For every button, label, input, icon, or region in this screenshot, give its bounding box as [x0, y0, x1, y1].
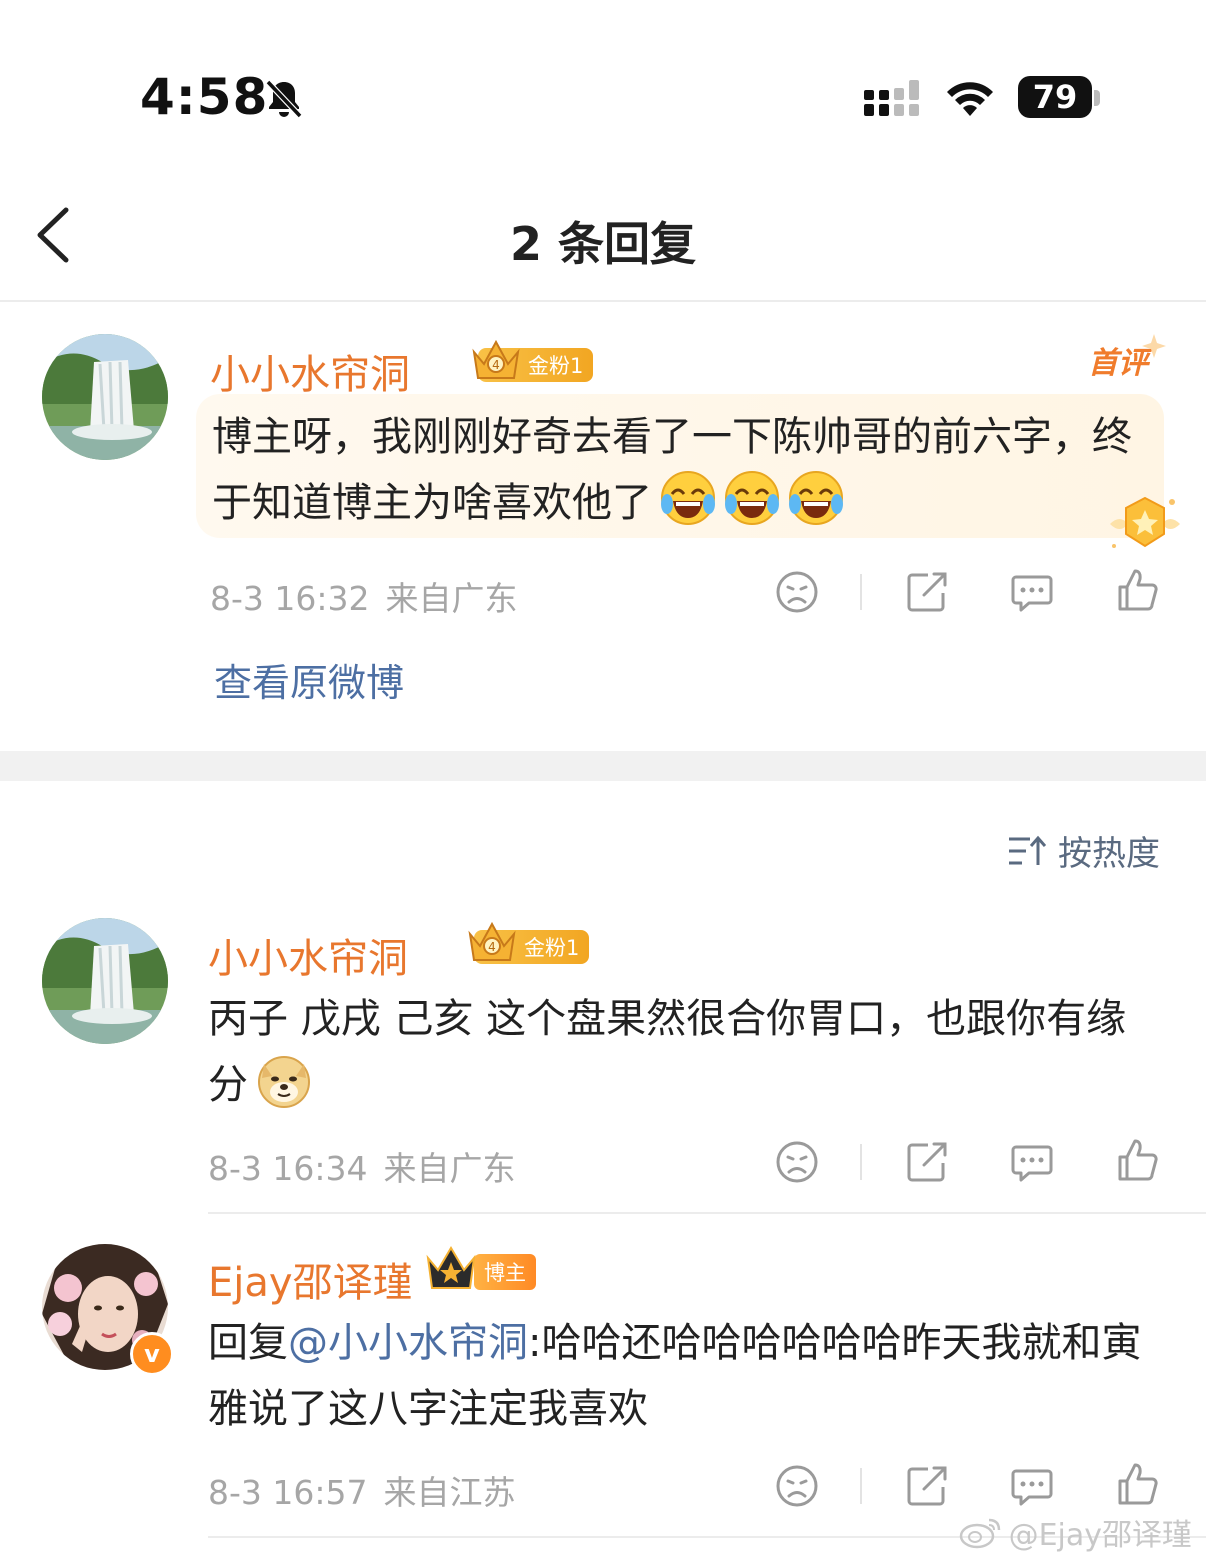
section-divider	[0, 751, 1206, 781]
share-icon[interactable]	[904, 569, 950, 615]
like-thumb-icon[interactable]	[1114, 1137, 1160, 1183]
doge-emoji-icon	[258, 1056, 310, 1108]
status-time: 4:58	[140, 68, 269, 126]
share-icon[interactable]	[904, 1139, 950, 1185]
wifi-icon	[947, 82, 993, 116]
action-separator	[860, 1144, 862, 1180]
reply-time: 8-3 16:57	[208, 1473, 368, 1512]
like-thumb-icon[interactable]	[1114, 1461, 1160, 1507]
mention-link[interactable]: @小小水帘洞	[288, 1320, 528, 1366]
watermark-text: @Ejay邵译瑾	[1008, 1518, 1192, 1553]
laugh-cry-emoji-icon	[725, 471, 779, 525]
sort-button[interactable]: 按热度	[1006, 826, 1160, 875]
watermark: @Ejay邵译瑾	[959, 1510, 1192, 1554]
laugh-cry-emoji-icon	[661, 471, 715, 525]
share-icon[interactable]	[904, 1463, 950, 1509]
reply-time: 8-3 16:34	[208, 1149, 368, 1188]
reply-text: 丙子 戊戌 己亥 这个盘果然很合你胃口，也跟你有缘分	[208, 986, 1158, 1118]
sort-icon	[1009, 835, 1046, 865]
reply-body: 丙子 戊戌 己亥 这个盘果然很合你胃口，也跟你有缘分	[208, 996, 1127, 1108]
comment-time: 8-3 16:32	[210, 579, 370, 618]
blogger-badge-label: 博主	[484, 1261, 526, 1285]
reply-location: 来自江苏	[383, 1473, 516, 1512]
view-original-link[interactable]: 查看原微博	[214, 652, 404, 707]
reply-prefix: 回复	[208, 1320, 288, 1366]
dislike-face-icon[interactable]	[774, 569, 820, 615]
comment-username[interactable]: 小小水帘洞	[210, 342, 410, 400]
weibo-logo-icon	[959, 1518, 1000, 1549]
reply-text: 回复@小小水帘洞:哈哈还哈哈哈哈哈哈昨天我就和寅雅说了这八字注定我喜欢	[208, 1310, 1178, 1442]
fan-badge-label: 金粉1	[528, 354, 584, 378]
gold-medal-icon	[1110, 496, 1180, 548]
fan-badge[interactable]: 4 金粉1	[468, 921, 590, 964]
battery-cap	[1094, 90, 1100, 106]
comment-location: 来自广东	[385, 579, 518, 618]
laugh-cry-emoji-icon	[789, 471, 843, 525]
action-separator	[860, 574, 862, 610]
reply-meta: 8-3 16:34 来自广东	[208, 1142, 516, 1190]
comment-text: 博主呀，我刚刚好奇去看了一下陈帅哥的前六字，终于知道博主为啥喜欢他了	[212, 404, 1132, 536]
cellular-signal-icon	[864, 80, 919, 116]
verified-v-icon: v	[130, 1332, 174, 1376]
fan-badge-label: 金粉1	[524, 936, 580, 960]
reply-meta: 8-3 16:57 来自江苏	[208, 1466, 516, 1514]
battery-level: 79	[1032, 78, 1078, 116]
comment-icon[interactable]	[1009, 1139, 1055, 1185]
bell-muted-icon	[265, 79, 303, 119]
blogger-badge: 博主	[474, 1254, 536, 1290]
comment-icon[interactable]	[1009, 1463, 1055, 1509]
waterfall-avatar-image	[42, 334, 168, 460]
fan-badge[interactable]: 4 金粉1	[472, 339, 594, 382]
sort-label: 按热度	[1058, 834, 1160, 874]
blogger-crown-icon	[426, 1246, 476, 1289]
reply-username[interactable]: 小小水帘洞	[208, 926, 408, 984]
svg-text:4: 4	[492, 358, 500, 372]
dislike-face-icon[interactable]	[774, 1463, 820, 1509]
comment-icon[interactable]	[1009, 569, 1055, 615]
comment-meta: 8-3 16:32 来自广东	[210, 572, 518, 620]
battery-indicator: 79	[1018, 76, 1092, 118]
crown-icon: 4	[468, 921, 516, 961]
first-comment-tag: 首评	[1088, 346, 1148, 381]
reply-divider	[208, 1212, 1206, 1214]
page-title: 2 条回复	[509, 217, 697, 271]
waterfall-avatar-image	[42, 918, 168, 1044]
dislike-face-icon[interactable]	[774, 1139, 820, 1185]
nav-divider	[0, 300, 1206, 302]
avatar[interactable]	[42, 334, 168, 460]
reply-location: 来自广东	[383, 1149, 516, 1188]
avatar[interactable]	[42, 918, 168, 1044]
svg-text:4: 4	[488, 940, 496, 954]
crown-icon: 4	[472, 339, 520, 379]
sparkle-icon	[1142, 334, 1166, 358]
reply-username[interactable]: Ejay邵译瑾	[208, 1250, 413, 1308]
action-separator	[860, 1468, 862, 1504]
like-thumb-icon[interactable]	[1114, 567, 1160, 613]
